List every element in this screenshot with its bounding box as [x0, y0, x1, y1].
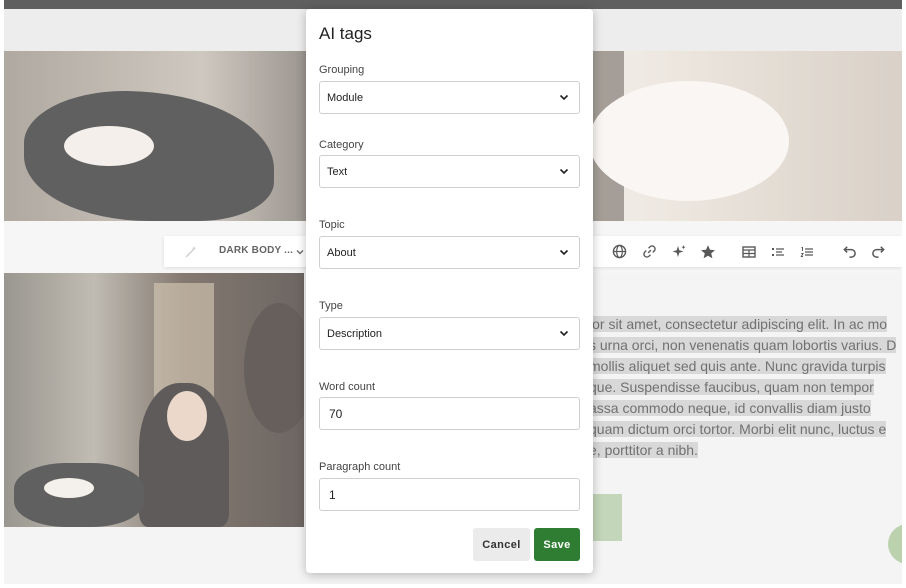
paragraph-count-label: Paragraph count [319, 461, 401, 473]
grouping-value: Module [327, 92, 364, 104]
cancel-button[interactable]: Cancel [473, 528, 530, 561]
word-count-input[interactable] [319, 397, 580, 430]
chevron-down-icon [559, 249, 569, 256]
topic-label: Topic [319, 219, 345, 231]
category-label: Category [319, 139, 364, 151]
category-value: Text [327, 166, 348, 178]
grouping-select[interactable]: Module [319, 81, 580, 114]
topic-value: About [327, 247, 356, 259]
chevron-down-icon [559, 168, 569, 175]
chevron-down-icon [559, 94, 569, 101]
grouping-label: Grouping [319, 64, 365, 76]
dialog-title: AI tags [319, 24, 372, 43]
topic-select[interactable]: About [319, 236, 580, 269]
type-select[interactable]: Description [319, 317, 580, 350]
category-select[interactable]: Text [319, 155, 580, 188]
type-value: Description [327, 328, 383, 340]
editor-frame: DARK BODY ... lor sit amet, consectetur … [4, 0, 902, 584]
chevron-down-icon [559, 330, 569, 337]
save-button[interactable]: Save [534, 528, 580, 561]
type-label: Type [319, 300, 343, 312]
paragraph-count-input[interactable] [319, 478, 580, 511]
ai-tags-dialog: AI tags Grouping Module Category Text To… [306, 9, 593, 573]
word-count-label: Word count [319, 381, 376, 393]
